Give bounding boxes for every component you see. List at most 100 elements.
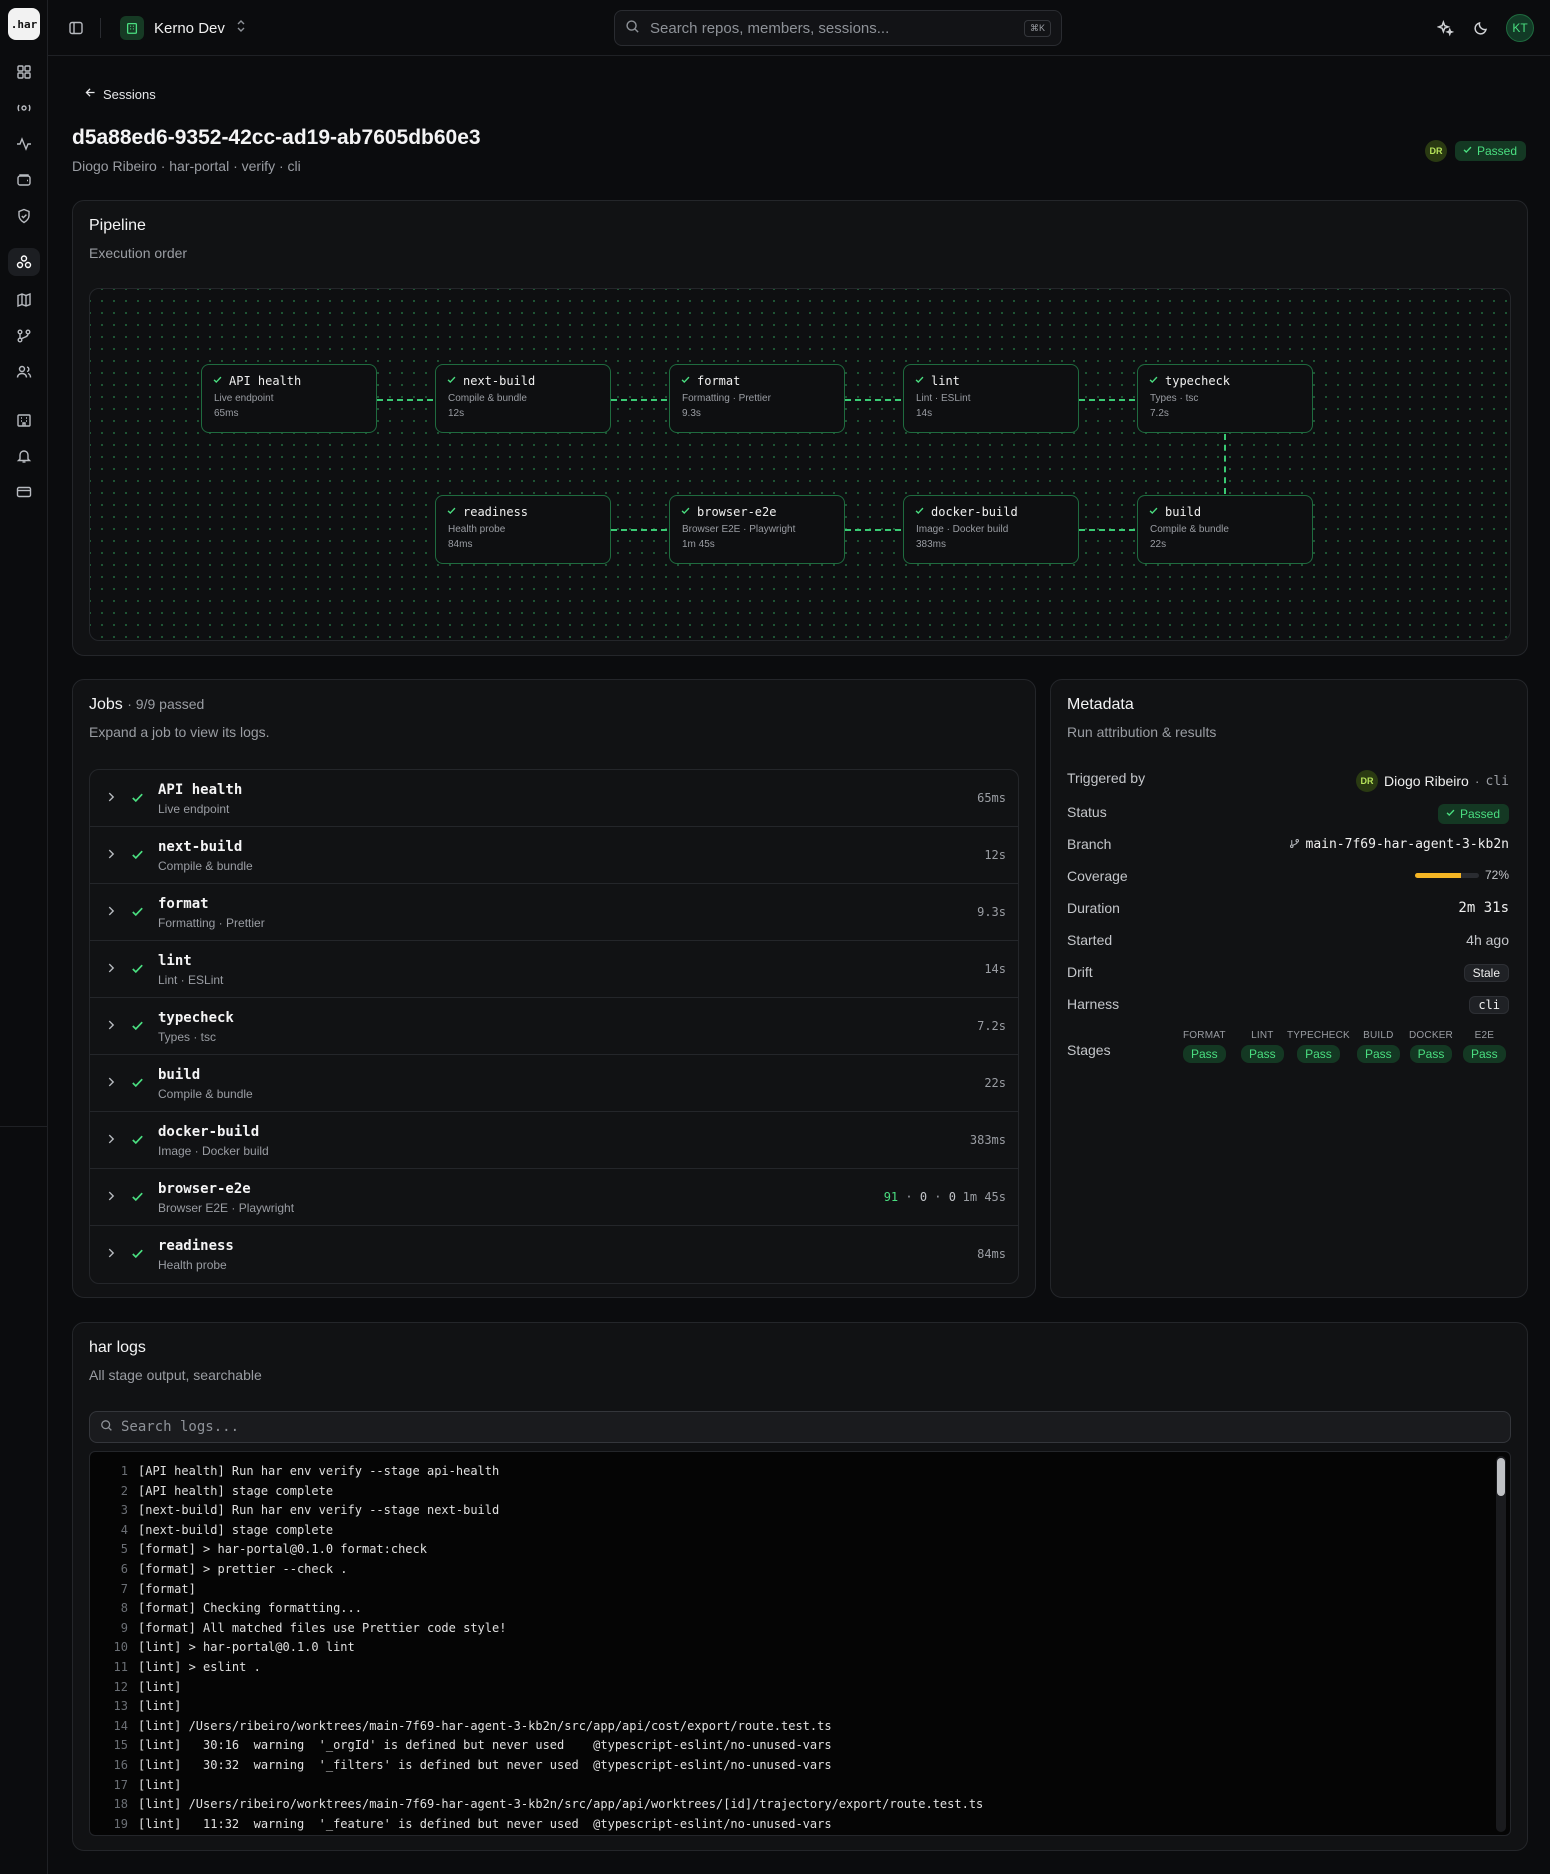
job-row[interactable]: API health Live endpoint 65ms: [90, 770, 1018, 827]
pipeline-node[interactable]: readiness Health probe 84ms: [435, 495, 611, 564]
log-line: 13 [lint]: [90, 1699, 182, 1719]
chevron-right-icon[interactable]: [104, 1132, 118, 1151]
pipeline-node-name: typecheck: [1165, 374, 1231, 388]
triggered-by-via: cli: [1485, 773, 1509, 789]
logs-card: har logs All stage output, searchable Se…: [72, 1322, 1528, 1851]
job-row[interactable]: next-build Compile & bundle 12s: [90, 827, 1018, 884]
tests-skipped: 0: [948, 1190, 956, 1204]
sidebar-toggle-icon[interactable]: [64, 16, 88, 40]
back-to-sessions-link[interactable]: Sessions: [84, 86, 156, 102]
jobs-card: Jobs · 9/9 passed Expand a job to view i…: [72, 679, 1036, 1298]
check-icon: [130, 847, 145, 867]
sparkles-icon[interactable]: [1434, 17, 1456, 39]
check-icon: [130, 904, 145, 924]
log-line-number: 8: [120, 1601, 128, 1616]
pipeline-canvas[interactable]: API health Live endpoint 65ms next-build Com…: [89, 288, 1511, 641]
job-desc: Image · Docker build: [158, 1144, 269, 1158]
back-label: Sessions: [103, 86, 156, 102]
count-sep: ·: [898, 1190, 920, 1204]
chevron-right-icon[interactable]: [104, 904, 118, 923]
meta-key: Triggered by: [1067, 770, 1146, 786]
meta-value: Passed: [1437, 804, 1509, 824]
check-icon: [914, 374, 925, 388]
pipeline-node-desc: Lint · ESLint: [916, 393, 971, 404]
pipeline-node[interactable]: typecheck Types · tsc 7.2s: [1137, 364, 1313, 433]
log-scrollbar-thumb[interactable]: [1497, 1458, 1505, 1496]
job-row[interactable]: format Formatting · Prettier 9.3s: [90, 884, 1018, 941]
chevron-right-icon[interactable]: [104, 1189, 118, 1208]
map-icon[interactable]: [8, 286, 40, 314]
moon-icon[interactable]: [1470, 17, 1492, 39]
coverage-value: 72%: [1484, 868, 1509, 882]
pipeline-node[interactable]: API health Live endpoint 65ms: [201, 364, 377, 433]
log-line-text: [format] > prettier --check .: [138, 1562, 348, 1576]
log-line: 15 [lint] 30:16 warning '_orgId' is defin…: [90, 1738, 832, 1758]
job-desc: Browser E2E · Playwright: [158, 1201, 295, 1215]
job-name: typecheck: [158, 1010, 234, 1026]
job-duration: 84ms: [977, 1247, 1006, 1261]
wallet-icon[interactable]: [8, 166, 40, 194]
workspace-switcher[interactable]: Kerno Dev: [120, 14, 247, 42]
pipeline-node-name: format: [697, 374, 741, 388]
meta-value: cli: [1469, 996, 1509, 1014]
global-search[interactable]: Search repos, members, sessions... ⌘K: [614, 10, 1062, 46]
building-icon[interactable]: [8, 406, 40, 434]
dashboard-icon[interactable]: [8, 58, 40, 86]
log-line: 3 [next-build] Run har env verify --stage…: [90, 1503, 499, 1523]
log-line: 11 [lint] > eslint .: [90, 1660, 261, 1680]
stage-label: E2E: [1474, 1030, 1495, 1041]
git-branch-icon[interactable]: [8, 322, 40, 350]
pipeline-node[interactable]: browser-e2e Browser E2E · Playwright 1m 45…: [669, 495, 845, 564]
pipeline-node[interactable]: docker-build Image · Docker build 383ms: [903, 495, 1079, 564]
credit-card-icon[interactable]: [8, 478, 40, 506]
stage-label: FORMAT: [1183, 1030, 1226, 1041]
job-name: docker-build: [158, 1124, 260, 1140]
activity-icon[interactable]: [8, 130, 40, 158]
log-viewer[interactable]: 1 [API health] Run har env verify --stage…: [89, 1451, 1511, 1836]
job-row[interactable]: typecheck Types · tsc 7.2s: [90, 998, 1018, 1055]
stage-result-badge: Pass: [1463, 1045, 1506, 1063]
user-avatar[interactable]: KT: [1506, 14, 1534, 42]
bell-icon[interactable]: [8, 442, 40, 470]
app-logo[interactable]: .har: [8, 8, 40, 40]
log-line-text: [next-build] Run har env verify --stage …: [138, 1503, 500, 1518]
log-line: 5 [format] > har-portal@0.1.0 format:chec…: [90, 1542, 427, 1562]
log-scrollbar[interactable]: [1496, 1456, 1506, 1832]
shield-icon[interactable]: [8, 202, 40, 230]
pipeline-node[interactable]: format Formatting · Prettier 9.3s: [669, 364, 845, 433]
harness-badge: cli: [1469, 996, 1509, 1014]
meta-value: main-7f69-har-agent-3-kb2n: [1289, 836, 1510, 852]
job-desc: Formatting · Prettier: [158, 916, 265, 930]
log-line: 2 [API health] stage complete: [90, 1484, 333, 1504]
job-row[interactable]: readiness Health probe 84ms: [90, 1226, 1018, 1283]
check-icon: [914, 505, 925, 519]
radar-icon[interactable]: [8, 94, 40, 122]
chevron-right-icon[interactable]: [104, 847, 118, 866]
users-icon[interactable]: [8, 358, 40, 386]
chevron-right-icon[interactable]: [104, 1075, 118, 1094]
sessions-icon[interactable]: [8, 248, 40, 276]
stage-column: E2E Pass: [1463, 1030, 1506, 1063]
check-icon: [130, 1075, 145, 1095]
chevron-right-icon[interactable]: [104, 1018, 118, 1037]
branch-name[interactable]: main-7f69-har-agent-3-kb2n: [1306, 837, 1510, 852]
pipeline-node[interactable]: next-build Compile & bundle 12s: [435, 364, 611, 433]
pipeline-node[interactable]: build Compile & bundle 22s: [1137, 495, 1313, 564]
meta-harness: Harness cli: [1067, 996, 1509, 1016]
logs-search-input[interactable]: Search logs...: [89, 1411, 1511, 1443]
search-shortcut: ⌘K: [1023, 19, 1051, 37]
chevron-right-icon[interactable]: [104, 790, 118, 809]
triggered-by-name[interactable]: Diogo Ribeiro: [1384, 773, 1469, 789]
job-row[interactable]: build Compile & bundle 22s: [90, 1055, 1018, 1112]
job-row[interactable]: browser-e2e Browser E2E · Playwright 1m 45…: [90, 1169, 1018, 1226]
meta-value: 4h ago: [1466, 932, 1509, 948]
pipeline-edge: [845, 399, 901, 401]
pipeline-node[interactable]: lint Lint · ESLint 14s: [903, 364, 1079, 433]
chevron-right-icon[interactable]: [104, 961, 118, 980]
chevron-right-icon[interactable]: [104, 1246, 118, 1265]
job-duration: 1m 45s: [962, 1190, 1006, 1204]
job-row[interactable]: docker-build Image · Docker build 383ms: [90, 1112, 1018, 1169]
stage-label: BUILD: [1363, 1030, 1394, 1041]
jobs-heading: Jobs · 9/9 passed: [89, 696, 204, 714]
job-row[interactable]: lint Lint · ESLint 14s: [90, 941, 1018, 998]
